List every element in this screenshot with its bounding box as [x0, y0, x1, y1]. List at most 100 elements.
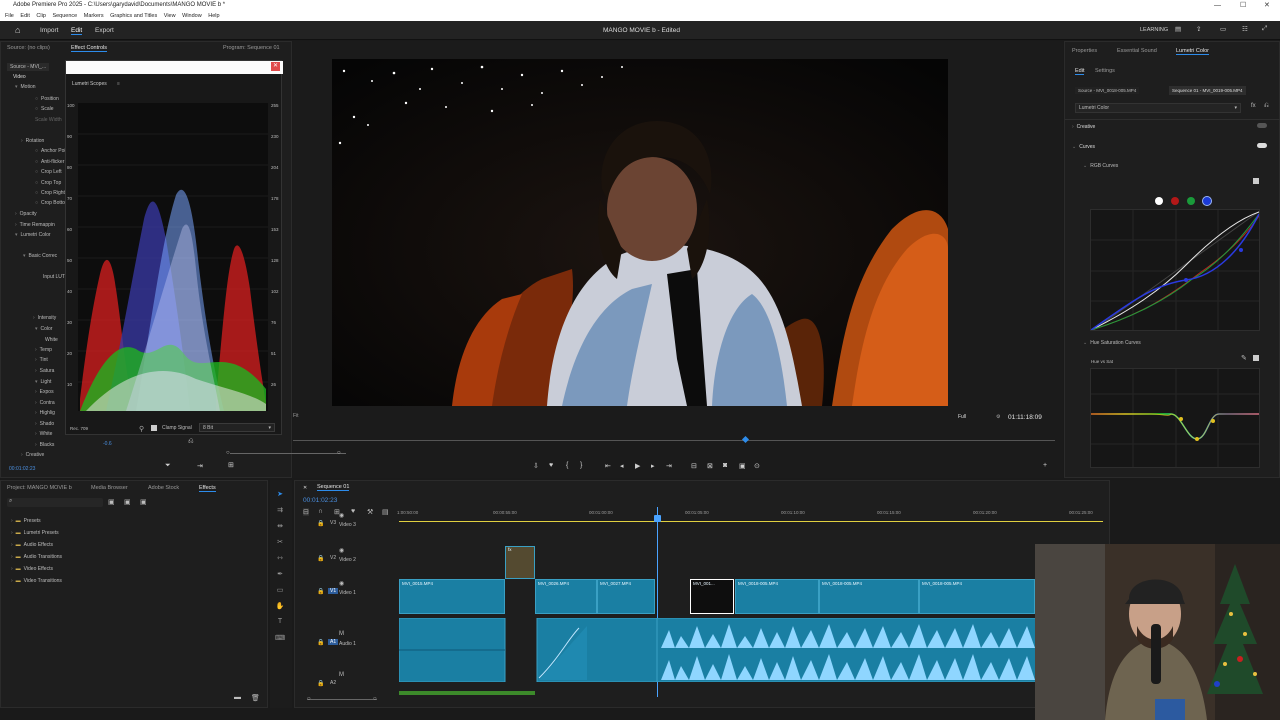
menu-file[interactable]: File [5, 13, 14, 19]
effect-item[interactable]: › White [35, 431, 52, 437]
expand-icon[interactable]: ▾ [23, 253, 26, 259]
zoom-handle-right[interactable]: ○ [337, 450, 341, 456]
subtab-edit[interactable]: Edit [1075, 68, 1085, 75]
pen-icon[interactable]: ✒ [275, 570, 285, 579]
new-bin-icon[interactable]: ▬ [234, 694, 241, 701]
creative-toggle[interactable] [1257, 123, 1267, 128]
expand-icon[interactable]: › [21, 138, 23, 144]
panel-icon[interactable]: ▭ [1220, 25, 1226, 33]
effect-item[interactable]: ○ Crop Top [35, 180, 61, 186]
expand-icon[interactable]: › [11, 542, 13, 548]
workspaces-icon[interactable]: ▤ [1175, 25, 1181, 33]
menu-graphics[interactable]: Graphics and Titles [110, 13, 157, 19]
lock-icon[interactable]: 🔒 [317, 639, 324, 646]
sequence-chip[interactable]: Sequence 01 - MVI_0019-005.MP4 [1169, 86, 1246, 95]
menu-help[interactable]: Help [208, 13, 219, 19]
slip-icon[interactable]: ⇿ [275, 554, 285, 563]
expand-icon[interactable]: ▾ [35, 326, 38, 332]
toggle-output-icon[interactable]: ◉ [339, 547, 344, 554]
timeline-zoom-slider[interactable] [307, 699, 377, 700]
v1-clip[interactable]: MVI_0027.MP4 [597, 579, 655, 614]
effects-folder[interactable]: › ▬ Lumetri Presets [11, 530, 59, 536]
curves-section[interactable]: ⌄ Curves [1072, 144, 1095, 150]
expand-icon[interactable]: › [35, 431, 37, 437]
expand-icon[interactable]: › [35, 410, 37, 416]
lock-icon[interactable]: 🔒 [317, 555, 324, 562]
learning-button[interactable]: LEARNING [1140, 27, 1168, 33]
tab-properties[interactable]: Properties [1072, 48, 1097, 54]
tab-export[interactable]: Export [95, 27, 114, 34]
menu-markers[interactable]: Markers [84, 13, 104, 19]
mark-out-icon[interactable]: } [580, 462, 582, 469]
32bit-icon[interactable]: ▣ [124, 498, 131, 506]
effects-folder[interactable]: › ▬ Video Effects [11, 566, 53, 572]
expand-icon[interactable]: › [11, 578, 13, 584]
stopwatch-icon[interactable]: ○ [35, 96, 38, 102]
menu-edit[interactable]: Edit [20, 13, 29, 19]
tab-effects[interactable]: Effects [199, 485, 216, 492]
multi-camera-icon[interactable]: ▣ [739, 462, 746, 470]
effect-item[interactable]: › Shado [35, 421, 54, 427]
add-button-icon[interactable]: + [1043, 462, 1047, 469]
close-icon[interactable]: ✕ [1264, 0, 1270, 11]
effect-item[interactable]: › Creative [21, 452, 44, 458]
effect-item[interactable]: Input LUT [43, 274, 65, 280]
effect-item[interactable]: › Expos [35, 389, 54, 395]
ripple-edit-icon[interactable]: ⇹ [275, 522, 285, 531]
effect-item[interactable]: ○ Position [35, 96, 59, 102]
tab-import[interactable]: Import [40, 27, 58, 34]
fullscreen-icon[interactable]: ⤢ [1262, 25, 1267, 33]
play-icon[interactable]: ▶ [635, 462, 640, 470]
tab-sequence[interactable]: Sequence 01 [317, 484, 350, 491]
toggle-output-icon[interactable]: ◉ [339, 580, 344, 587]
settings-wrench-icon[interactable]: ⚙ [996, 414, 1000, 420]
razor-icon[interactable]: ✂ [275, 538, 285, 547]
lift-icon[interactable]: ⇩ [533, 462, 539, 470]
maximize-icon[interactable]: ☐ [1240, 0, 1246, 11]
export-frame-icon[interactable]: ⇥ [197, 462, 203, 470]
source-clip-select[interactable]: Source - MVI_... [7, 63, 50, 71]
effect-item[interactable]: › Rotation [21, 138, 44, 144]
expand-icon[interactable]: › [35, 421, 37, 427]
step-back-icon[interactable]: ◂ [620, 462, 624, 470]
v1-clip[interactable]: MVI_0018-005.MP4 [735, 579, 819, 614]
expand-icon[interactable]: ▾ [35, 379, 38, 385]
sequence-tab-close-icon[interactable]: ✕ [303, 485, 307, 491]
lock-icon[interactable]: 🔒 [317, 520, 324, 527]
program-scrub-bar[interactable] [293, 440, 1055, 441]
menu-sequence[interactable]: Sequence [52, 13, 77, 19]
tab-effect-controls[interactable]: Effect Controls [71, 45, 107, 52]
green-channel-dot[interactable] [1187, 197, 1195, 205]
filter-icon[interactable]: ⏷ [165, 462, 171, 470]
expand-icon[interactable]: › [15, 222, 17, 228]
rgb-curves-section[interactable]: ⌄ RGB Curves [1083, 163, 1118, 169]
stopwatch-icon[interactable]: ○ [35, 159, 38, 165]
yuv-icon[interactable]: ▣ [140, 498, 147, 506]
expand-icon[interactable]: › [35, 389, 37, 395]
lock-icon[interactable]: 🔒 [317, 680, 324, 687]
expand-icon[interactable]: › [33, 315, 35, 321]
stopwatch-icon[interactable]: ○ [35, 180, 38, 186]
effect-item[interactable]: ○ Crop Right [35, 190, 65, 196]
tab-edit[interactable]: Edit [71, 27, 83, 35]
full-select[interactable]: Full [958, 414, 966, 420]
reset-effect-icon[interactable]: ⎌ [1264, 103, 1269, 110]
source-chip[interactable]: Source - MVI_0018-005.MP4 [1075, 87, 1140, 94]
close-scopes-icon[interactable]: ✕ [271, 62, 280, 71]
effect-item[interactable]: › Contra [35, 400, 55, 406]
effects-folder[interactable]: › ▬ Audio Transitions [11, 554, 62, 560]
effect-item[interactable]: › Satura [35, 368, 54, 374]
effect-item[interactable]: ▾ Motion [15, 84, 36, 90]
track-target[interactable]: V2 [328, 555, 338, 561]
effect-item[interactable]: ▾ Basic Correc [23, 253, 57, 259]
effect-item[interactable]: › Tint [35, 357, 48, 363]
hand-icon[interactable]: ✋ [275, 602, 285, 611]
clamp-checkbox[interactable] [151, 425, 157, 431]
expand-icon[interactable]: › [21, 452, 23, 458]
v1-clip[interactable]: MVI_0018-005.MP4 [819, 579, 919, 614]
playhead-handle[interactable] [654, 515, 661, 522]
menu-view[interactable]: View [164, 13, 176, 19]
stopwatch-icon[interactable]: ○ [35, 190, 38, 196]
tab-project[interactable]: Project: MANGO MOVIE b [7, 485, 72, 491]
effect-item[interactable]: ○ Scale [35, 106, 54, 112]
